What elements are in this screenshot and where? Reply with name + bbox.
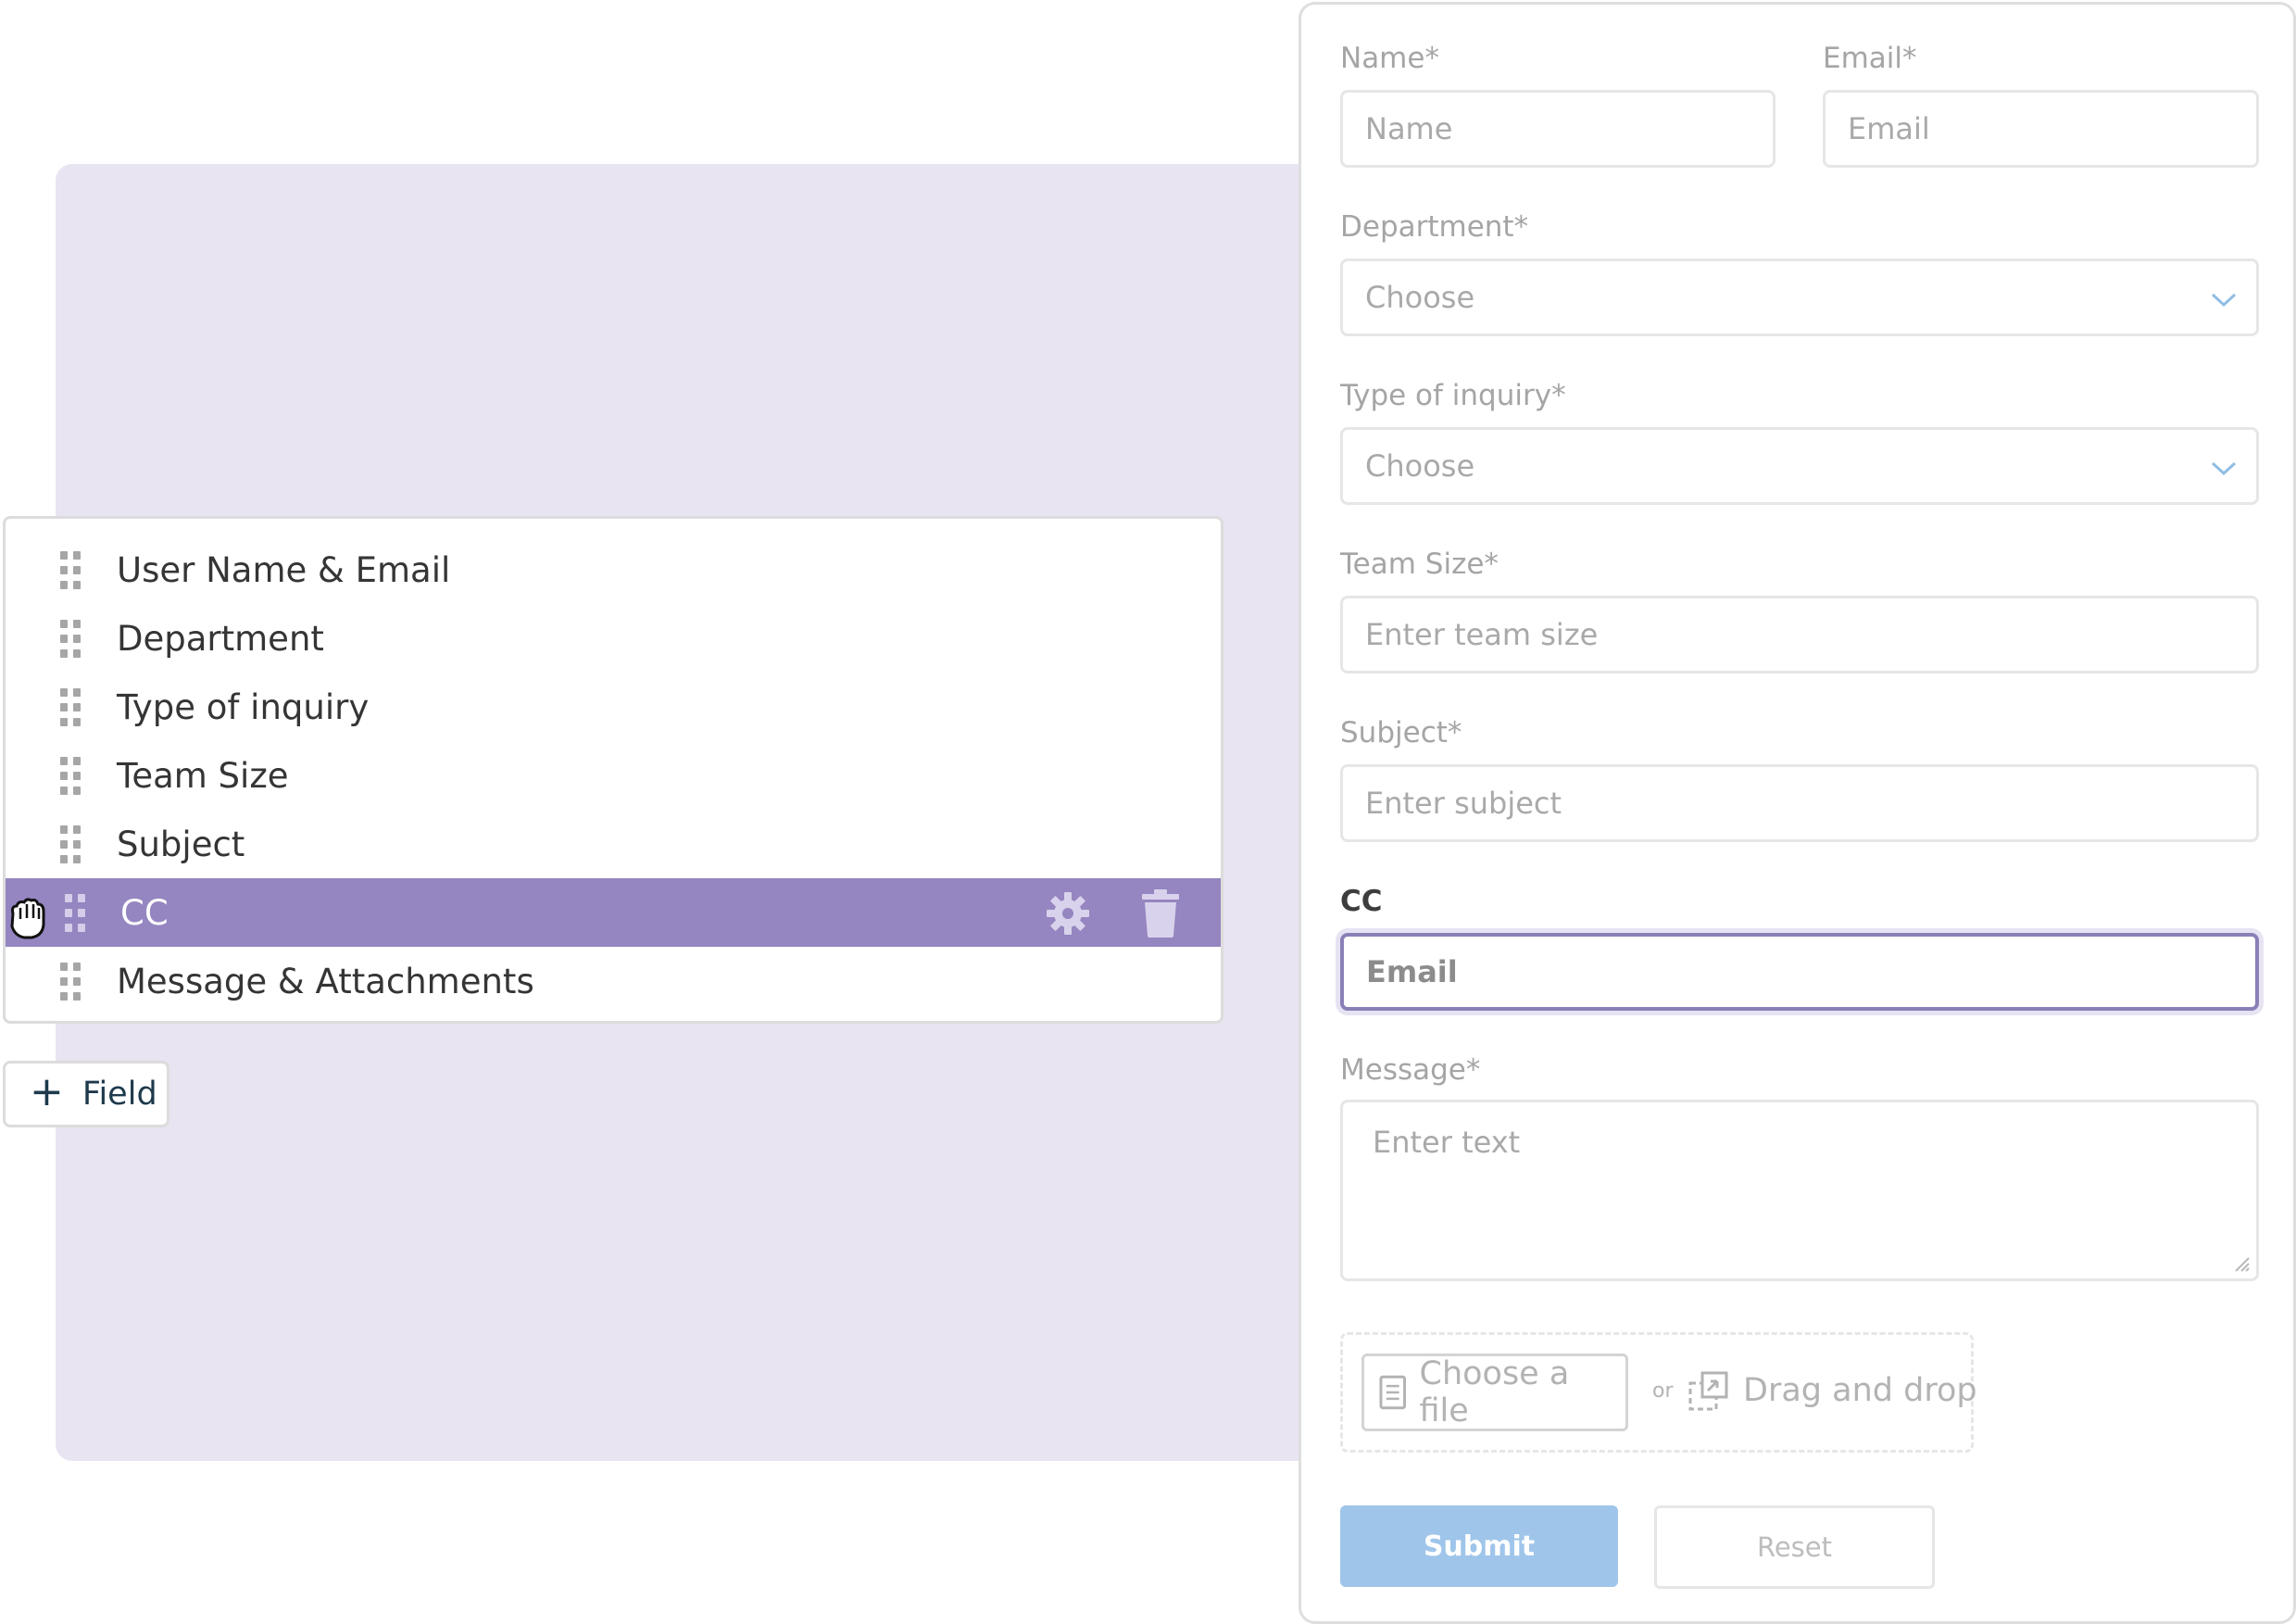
department-select-value: Choose [1365, 280, 1475, 315]
field-list: User Name & Email Department Type of inq… [3, 516, 1223, 1024]
add-field-button[interactable]: + Field [3, 1061, 169, 1127]
field-item-label: Department [117, 618, 324, 659]
department-select[interactable]: Choose [1340, 258, 2259, 336]
department-label: Department* [1340, 210, 1529, 244]
cc-label: CC [1340, 885, 1383, 918]
field-item-type-of-inquiry[interactable]: Type of inquiry [6, 673, 1221, 741]
choose-file-label: Choose a file [1419, 1355, 1570, 1429]
drag-handle-icon[interactable] [56, 551, 82, 590]
team-size-label: Team Size* [1340, 548, 1499, 581]
form-preview: Name* Name Email* Email Department* Choo… [1299, 2, 2296, 1624]
inquiry-label: Type of inquiry* [1340, 379, 1566, 412]
drag-handle-icon[interactable] [56, 688, 82, 727]
document-icon [1379, 1375, 1407, 1410]
drag-handle-icon[interactable] [61, 894, 87, 933]
name-label: Name* [1340, 42, 1439, 75]
drag-drop-label: Drag and drop [1743, 1372, 1977, 1409]
message-label: Message* [1340, 1053, 1481, 1087]
field-item-label: CC [120, 892, 169, 933]
field-item-label: Message & Attachments [117, 961, 534, 1001]
choose-file-button[interactable]: Choose a file [1361, 1353, 1628, 1431]
reset-button[interactable]: Reset [1654, 1505, 1935, 1589]
resize-handle-icon[interactable] [2230, 1253, 2251, 1273]
name-input[interactable]: Name [1340, 90, 1775, 168]
field-item-user-name-email[interactable]: User Name & Email [6, 535, 1221, 604]
email-label: Email* [1823, 42, 1917, 75]
message-placeholder: Enter text [1373, 1125, 1521, 1160]
field-item-label: User Name & Email [117, 549, 451, 590]
field-item-team-size[interactable]: Team Size [6, 741, 1221, 810]
inquiry-select[interactable]: Choose [1340, 427, 2259, 505]
drag-handle-icon[interactable] [56, 963, 82, 1001]
grab-hand-cursor-icon [10, 898, 45, 939]
field-item-subject[interactable]: Subject [6, 810, 1221, 878]
chevron-down-icon [2211, 461, 2237, 476]
or-label: or [1652, 1379, 1674, 1403]
field-item-label: Type of inquiry [117, 686, 370, 727]
file-dropzone[interactable]: Choose a file or Drag and drop [1340, 1332, 1977, 1453]
field-item-label: Team Size [117, 755, 289, 796]
team-size-input[interactable]: Enter team size [1340, 596, 2259, 674]
field-item-department[interactable]: Department [6, 604, 1221, 673]
inquiry-select-value: Choose [1365, 448, 1475, 484]
message-textarea[interactable]: Enter text [1340, 1100, 2259, 1281]
drag-handle-icon[interactable] [56, 620, 82, 659]
add-field-label: Field [82, 1076, 157, 1113]
email-input[interactable]: Email [1823, 90, 2259, 168]
drag-handle-icon[interactable] [56, 825, 82, 864]
field-item-label: Subject [117, 824, 245, 864]
chevron-down-icon [2211, 293, 2237, 308]
field-item-cc[interactable]: CC [6, 878, 1221, 947]
gear-icon[interactable] [1045, 890, 1091, 937]
subject-label: Subject* [1340, 716, 1462, 749]
submit-button[interactable]: Submit [1340, 1505, 1618, 1587]
field-item-message-attachments[interactable]: Message & Attachments [6, 947, 1221, 1015]
drag-handle-icon[interactable] [56, 757, 82, 796]
subject-input[interactable]: Enter subject [1340, 764, 2259, 842]
trash-icon[interactable] [1140, 889, 1181, 938]
cc-email-input[interactable]: Email [1340, 933, 2259, 1011]
drag-drop-icon [1688, 1371, 1728, 1411]
plus-icon: + [30, 1068, 64, 1115]
